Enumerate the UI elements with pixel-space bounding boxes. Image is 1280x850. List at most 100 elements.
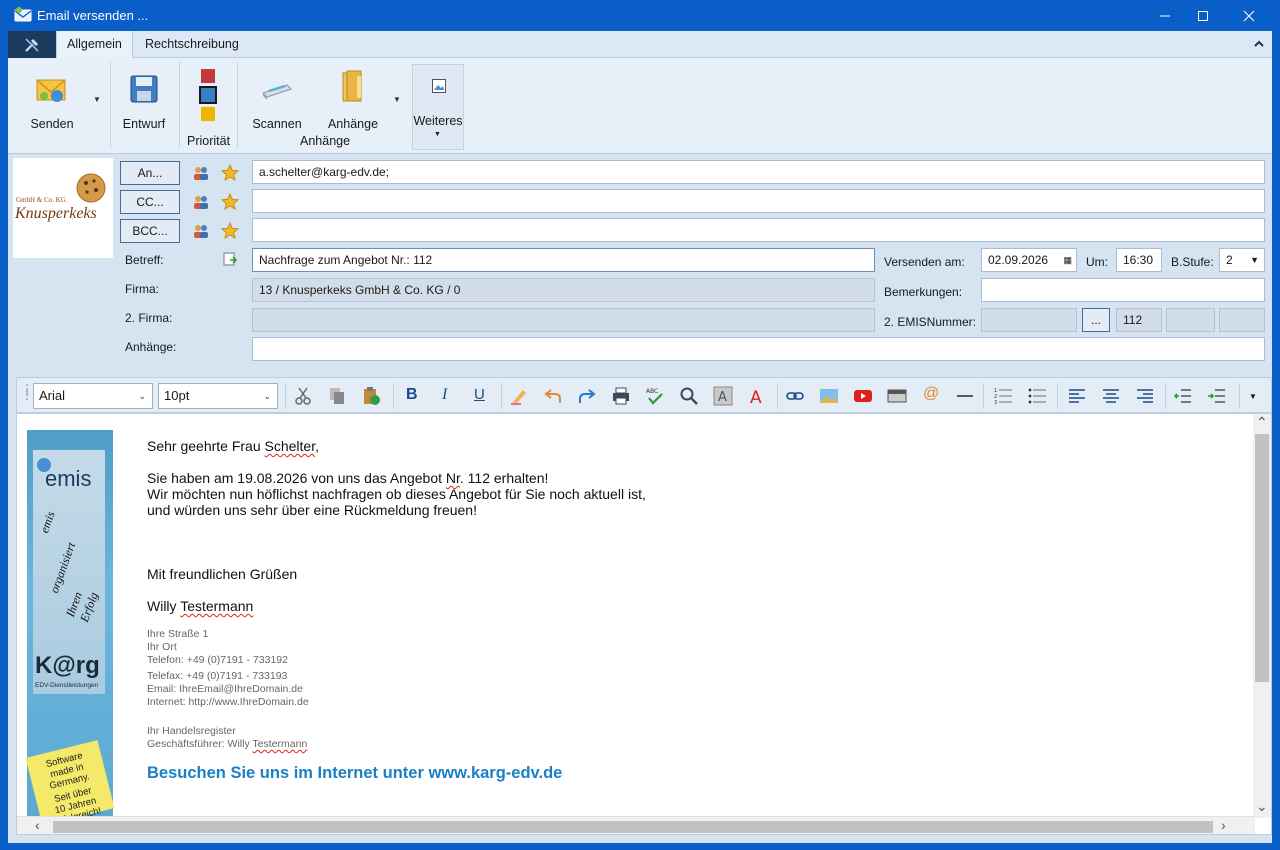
scroll-left-icon[interactable]: ‹ — [35, 817, 40, 833]
favorites-star-icon[interactable] — [221, 164, 239, 182]
svg-text:ABC: ABC — [646, 388, 658, 395]
insert-table-icon[interactable] — [887, 386, 907, 406]
level-select[interactable]: 2 ▼ — [1219, 248, 1265, 272]
vertical-scroll-thumb[interactable] — [1255, 434, 1269, 682]
more-button[interactable]: Weiteres ▼ — [412, 64, 464, 150]
favorites-star-icon[interactable] — [221, 222, 239, 240]
spellcheck-icon[interactable]: ABC — [645, 386, 665, 406]
search-icon[interactable] — [679, 386, 699, 406]
tab-allgemein[interactable]: Allgemein — [56, 31, 133, 58]
remarks-field[interactable] — [981, 278, 1265, 302]
link-icon[interactable] — [785, 386, 805, 406]
attachments-field[interactable] — [252, 337, 1265, 361]
align-left-icon[interactable] — [1067, 386, 1087, 406]
sig-email: Email: IhreEmail@IhreDomain.de — [147, 683, 303, 695]
to-button[interactable]: An... — [120, 161, 180, 185]
toolbar-overflow-icon[interactable]: ▼ — [1249, 392, 1257, 401]
insert-image-icon[interactable] — [819, 386, 839, 406]
video-icon[interactable] — [853, 386, 873, 406]
banner-karg-sub: EDV-Dienstleistungen — [35, 682, 99, 689]
italic-icon[interactable]: I — [442, 386, 447, 404]
company-logo: GmbH & Co. KG Knusperkeks — [13, 158, 113, 258]
font-family-select[interactable]: Arial ⌄ — [33, 383, 153, 409]
email-body-editor[interactable]: emis emis organisiert Ihren Erfolg K@rg … — [16, 413, 1272, 835]
bold-icon[interactable]: B — [406, 386, 418, 404]
sig-web: Internet: http://www.IhreDomain.de — [147, 696, 309, 708]
font-size-select[interactable]: 10pt ⌄ — [158, 383, 278, 409]
subject-field[interactable]: Nachfrage zum Angebot Nr.: 112 — [252, 248, 875, 272]
priority-high-swatch[interactable] — [201, 69, 215, 83]
emis-lookup-button[interactable]: ... — [1082, 308, 1110, 332]
scroll-right-icon[interactable]: › — [1221, 817, 1226, 833]
maximize-button[interactable] — [1180, 0, 1226, 31]
to-field[interactable]: a.schelter@karg-edv.de; — [252, 160, 1265, 184]
align-right-icon[interactable] — [1135, 386, 1155, 406]
email-content: Sehr geehrte Frau Schelter, Sie haben am… — [147, 438, 646, 781]
toolbar-separator — [285, 383, 286, 409]
scan-button[interactable]: Scannen — [248, 66, 306, 131]
cc-button[interactable]: CC... — [120, 190, 180, 214]
signer-last: Testermann — [180, 598, 254, 614]
body-text-nr: Nr — [445, 470, 460, 486]
logo-subtitle: GmbH & Co. KG — [16, 196, 66, 204]
bullet-list-icon[interactable] — [1027, 386, 1047, 406]
scroll-up-icon[interactable]: ⌃ — [1256, 414, 1268, 431]
attachments-dropdown-icon[interactable]: ▼ — [393, 95, 401, 104]
align-center-icon[interactable] — [1101, 386, 1121, 406]
tab-rechtschreibung[interactable]: Rechtschreibung — [135, 31, 249, 58]
favorites-star-icon[interactable] — [221, 193, 239, 211]
toolbar-grip-icon[interactable]: ⋮ ⋮ — [21, 383, 33, 401]
contacts-icon[interactable] — [192, 193, 210, 211]
signer-first: Willy — [147, 598, 181, 614]
undo-icon[interactable] — [543, 386, 563, 406]
outdent-icon[interactable] — [1173, 386, 1193, 406]
subject-template-icon[interactable] — [222, 251, 238, 267]
contacts-icon[interactable] — [192, 222, 210, 240]
cc-field[interactable] — [252, 189, 1265, 213]
bcc-button[interactable]: BCC... — [120, 219, 180, 243]
vertical-scrollbar[interactable]: ⌃ ⌄ — [1253, 414, 1271, 818]
send-dropdown-icon[interactable]: ▼ — [93, 95, 101, 104]
attachments-button[interactable]: Anhänge — [324, 66, 382, 131]
underline-icon[interactable]: U — [474, 386, 485, 403]
font-color-icon[interactable]: A — [747, 386, 767, 406]
paste-icon[interactable] — [361, 386, 381, 406]
redo-icon[interactable] — [577, 386, 597, 406]
close-icon — [1243, 10, 1255, 21]
save-disk-icon — [130, 75, 158, 103]
draft-label: Entwurf — [122, 117, 166, 131]
horizontal-rule-icon[interactable] — [955, 386, 975, 406]
contacts-icon[interactable] — [192, 164, 210, 182]
background-color-icon[interactable]: A — [713, 386, 733, 406]
priority-low-swatch[interactable] — [201, 107, 215, 121]
cut-icon[interactable] — [293, 386, 313, 406]
calendar-icon[interactable]: ▦ — [1063, 249, 1072, 271]
highlight-icon[interactable] — [509, 386, 529, 406]
close-button[interactable] — [1226, 0, 1272, 31]
print-icon[interactable] — [611, 386, 631, 406]
send-date-value: 02.09.2026 — [988, 253, 1049, 267]
priority-normal-swatch[interactable] — [199, 86, 217, 104]
company-label: Firma: — [125, 282, 159, 296]
send-time-field[interactable]: 16:30 — [1116, 248, 1162, 272]
visit-website-line[interactable]: Besuchen Sie uns im Internet unter www.k… — [147, 765, 646, 782]
send-date-field[interactable]: 02.09.2026 ▦ — [981, 248, 1077, 272]
insert-email-icon[interactable]: @ — [923, 385, 939, 403]
draft-button[interactable]: Entwurf — [116, 66, 172, 131]
horizontal-scrollbar[interactable]: ‹ › — [17, 816, 1255, 834]
ribbon: Senden ▼ Entwurf Priorität Scannen Anhän… — [8, 58, 1272, 154]
numbered-list-icon[interactable]: 123 — [993, 386, 1013, 406]
horizontal-scroll-thumb[interactable] — [53, 821, 1213, 833]
priority-group-label: Priorität — [187, 134, 231, 148]
scroll-down-icon[interactable]: ⌄ — [1256, 798, 1268, 815]
toolbar-separator — [501, 383, 502, 409]
sig-register: Ihr Handelsregister — [147, 725, 236, 737]
tools-menu-button[interactable] — [8, 31, 56, 58]
tools-icon — [25, 37, 39, 52]
banner-brand: emis — [45, 466, 92, 491]
bcc-field[interactable] — [252, 218, 1265, 242]
copy-icon[interactable] — [327, 386, 347, 406]
send-button[interactable]: Senden — [22, 66, 82, 131]
indent-icon[interactable] — [1207, 386, 1227, 406]
collapse-ribbon-icon[interactable] — [1252, 37, 1266, 51]
